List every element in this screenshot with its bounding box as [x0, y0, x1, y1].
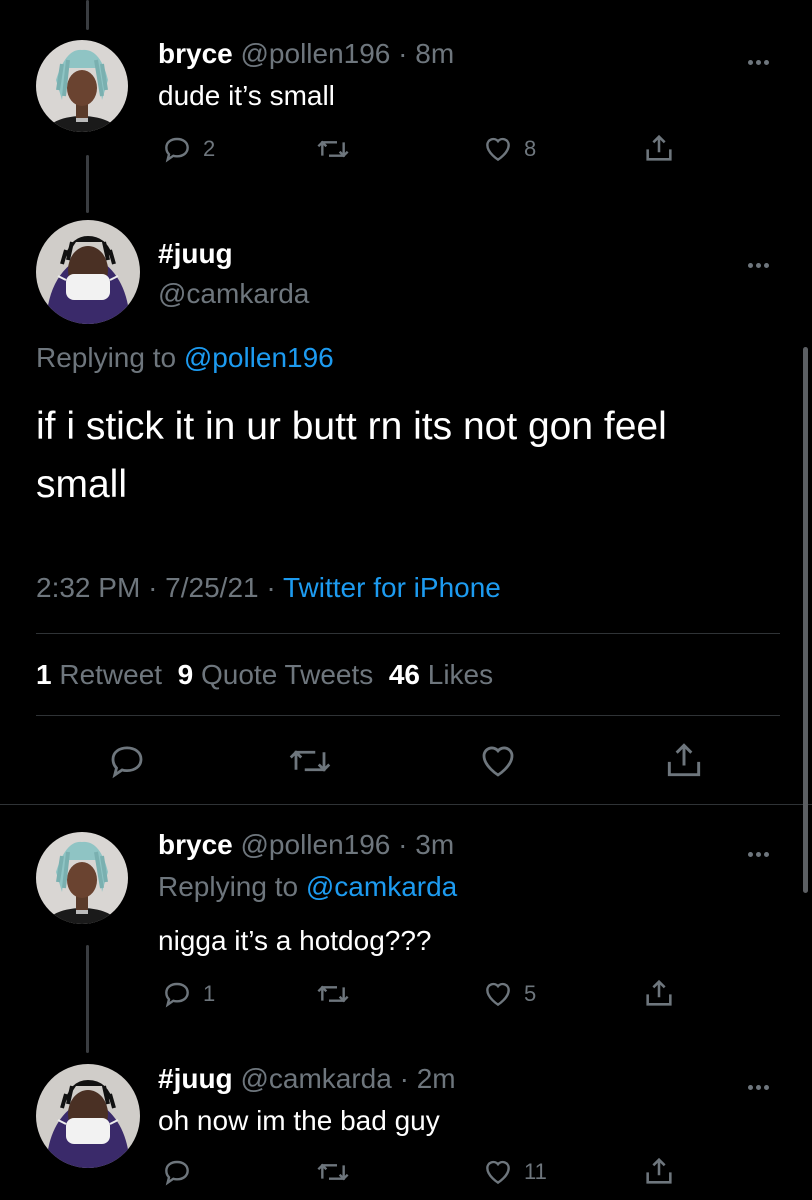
- like-count: 11: [524, 1159, 547, 1184]
- reply-icon: [161, 978, 193, 1010]
- retweet-icon: [315, 978, 351, 1010]
- heart-icon: [482, 978, 514, 1010]
- tweet-text: dude it’s small: [158, 80, 335, 111]
- heart-icon: [482, 1156, 514, 1188]
- retweet-button[interactable]: [315, 133, 351, 165]
- tweet-date: 7/25/21: [165, 572, 259, 603]
- main-tweet-text: if i stick it in ur butt rn its not gon …: [36, 405, 667, 506]
- engagement-stats: 1 Retweet 9 Quote Tweets 46 Likes: [36, 659, 493, 691]
- more-options-button[interactable]: [748, 841, 772, 861]
- avatar-juug[interactable]: [36, 1064, 140, 1168]
- reply-icon: [161, 1156, 193, 1188]
- reply-button[interactable]: [161, 1156, 193, 1188]
- divider: [36, 715, 780, 716]
- tweet-text: oh now im the bad guy: [158, 1105, 440, 1136]
- author-name[interactable]: #juug: [158, 238, 233, 270]
- replying-to: Replying to @camkarda: [158, 871, 458, 902]
- more-options-button[interactable]: [748, 1074, 772, 1094]
- share-button[interactable]: [642, 131, 676, 165]
- author-handle[interactable]: @pollen196: [241, 38, 391, 69]
- share-icon: [642, 976, 676, 1010]
- like-count: 5: [524, 981, 537, 1006]
- more-options-button[interactable]: [748, 49, 772, 69]
- author-name[interactable]: bryce: [158, 38, 233, 69]
- author-handle[interactable]: @camkarda: [158, 278, 309, 310]
- reply-count: 1: [203, 981, 216, 1006]
- avatar-bryce[interactable]: [36, 832, 128, 924]
- tweet-time[interactable]: 2m: [417, 1063, 456, 1094]
- tweet-meta: 2:32 PM · 7/25/21 · Twitter for iPhone: [36, 572, 501, 603]
- tweet-source-link[interactable]: Twitter for iPhone: [283, 572, 501, 603]
- author-name[interactable]: #juug: [158, 1063, 233, 1094]
- reply-icon: [106, 740, 148, 782]
- thread-line-1: [86, 155, 89, 213]
- thread-line-top: [86, 0, 89, 30]
- like-button[interactable]: 11: [482, 1156, 547, 1188]
- retweet-icon: [286, 740, 334, 782]
- author-handle[interactable]: @camkarda: [240, 1063, 391, 1094]
- reply2-header: #juug @camkarda · 2m: [158, 1063, 456, 1094]
- replying-to: Replying to @pollen196: [36, 342, 334, 373]
- retweets-stat[interactable]: 1 Retweet: [36, 659, 162, 690]
- like-button[interactable]: 5: [482, 978, 536, 1010]
- share-button[interactable]: [662, 738, 706, 782]
- reply-button[interactable]: 1: [161, 978, 215, 1010]
- heart-icon: [476, 740, 520, 782]
- share-button[interactable]: [642, 976, 676, 1010]
- thread-line-2: [86, 945, 89, 1053]
- tweet-time: 2:32 PM: [36, 572, 141, 603]
- scrollbar[interactable]: [803, 347, 808, 893]
- like-count: 8: [524, 136, 537, 161]
- heart-icon: [482, 133, 514, 165]
- retweet-button[interactable]: [315, 978, 351, 1010]
- divider: [0, 804, 812, 805]
- reply1-header: bryce @pollen196 · 3m: [158, 829, 455, 860]
- author-name[interactable]: bryce: [158, 829, 233, 860]
- more-options-button[interactable]: [748, 252, 772, 272]
- divider: [36, 633, 780, 634]
- retweet-button[interactable]: [286, 740, 334, 782]
- quotes-stat[interactable]: 9 Quote Tweets: [178, 659, 374, 690]
- tweet-text: nigga it’s a hotdog???: [158, 925, 432, 956]
- reply-button[interactable]: 2: [161, 133, 215, 165]
- retweet-icon: [315, 1156, 351, 1188]
- likes-stat[interactable]: 46 Likes: [389, 659, 493, 690]
- retweet-button[interactable]: [315, 1156, 351, 1188]
- tweet-time[interactable]: 8m: [415, 38, 454, 69]
- share-icon: [642, 1154, 676, 1188]
- avatar-juug[interactable]: [36, 220, 140, 324]
- share-button[interactable]: [642, 1154, 676, 1188]
- like-button[interactable]: 8: [482, 133, 536, 165]
- avatar-bryce[interactable]: [36, 40, 128, 132]
- tweet1-header: bryce @pollen196 · 8m: [158, 38, 455, 69]
- reply-icon: [161, 133, 193, 165]
- share-icon: [662, 738, 706, 782]
- tweet-time[interactable]: 3m: [415, 829, 454, 860]
- retweet-icon: [315, 133, 351, 165]
- author-handle[interactable]: @pollen196: [241, 829, 391, 860]
- reply-count: 2: [203, 136, 216, 161]
- mention-link[interactable]: @pollen196: [184, 342, 334, 373]
- share-icon: [642, 131, 676, 165]
- like-button[interactable]: [476, 740, 520, 782]
- mention-link[interactable]: @camkarda: [306, 871, 457, 902]
- reply-button[interactable]: [106, 740, 148, 782]
